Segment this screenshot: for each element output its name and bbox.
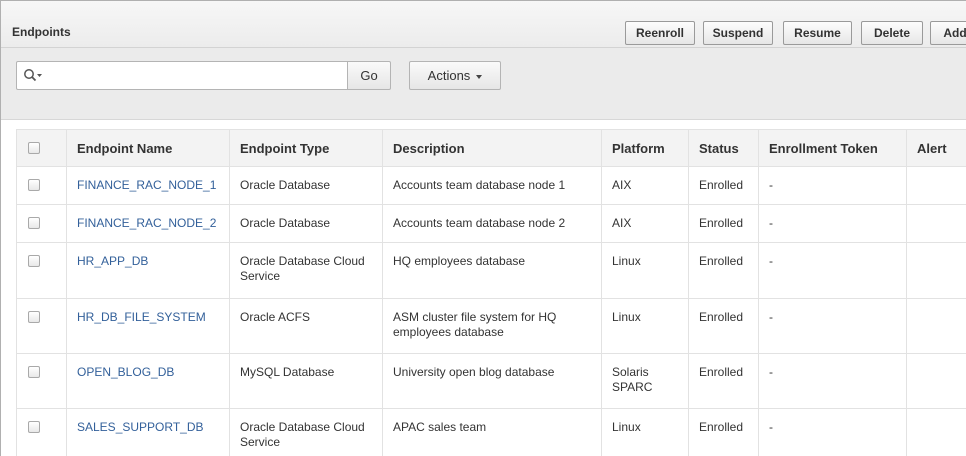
row-select-cell — [16, 298, 67, 354]
enrollment-token-cell: - — [758, 408, 907, 456]
endpoint-type-cell: Oracle Database Cloud Service — [229, 408, 383, 456]
description-cell: APAC sales team — [382, 408, 602, 456]
endpoints-region: Endpoints Reenroll Suspend Resume Delete… — [0, 0, 966, 456]
row-checkbox[interactable] — [28, 255, 40, 267]
status-cell: Enrolled — [688, 166, 759, 205]
column-header-enrollment-token[interactable]: Enrollment Token — [758, 129, 907, 167]
toolbar: Go Actions — [1, 48, 966, 120]
endpoint-type-cell: Oracle Database Cloud Service — [229, 242, 383, 299]
endpoint-name-cell: HR_DB_FILE_SYSTEM — [66, 298, 230, 354]
column-header-endpoint-name[interactable]: Endpoint Name — [66, 129, 230, 167]
enrollment-token-cell: - — [758, 242, 907, 299]
endpoint-type-cell: Oracle ACFS — [229, 298, 383, 354]
endpoint-name-link[interactable]: OPEN_BLOG_DB — [77, 365, 174, 379]
region-header: Endpoints Reenroll Suspend Resume Delete… — [1, 1, 966, 48]
endpoint-name-link[interactable]: FINANCE_RAC_NODE_2 — [77, 216, 216, 230]
alert-cell — [906, 408, 966, 456]
column-header-platform[interactable]: Platform — [601, 129, 689, 167]
description-cell: University open blog database — [382, 353, 602, 409]
endpoint-type-cell: Oracle Database — [229, 166, 383, 205]
table-row: OPEN_BLOG_DB MySQL Database University o… — [16, 353, 966, 409]
suspend-button[interactable]: Suspend — [703, 21, 773, 45]
enrollment-token-cell: - — [758, 353, 907, 409]
reenroll-button[interactable]: Reenroll — [625, 21, 695, 45]
endpoint-name-cell: HR_APP_DB — [66, 242, 230, 299]
endpoints-table: Endpoint Name Endpoint Type Description … — [16, 129, 966, 456]
platform-cell: Solaris SPARC — [601, 353, 689, 409]
alert-cell — [906, 204, 966, 243]
search-input[interactable] — [47, 64, 343, 87]
enrollment-token-cell: - — [758, 166, 907, 205]
select-all-cell — [16, 129, 67, 167]
chevron-down-icon — [476, 74, 483, 79]
endpoint-name-link[interactable]: SALES_SUPPORT_DB — [77, 420, 204, 434]
alert-cell — [906, 242, 966, 299]
description-cell: HQ employees database — [382, 242, 602, 299]
row-select-cell — [16, 353, 67, 409]
table-row: FINANCE_RAC_NODE_1 Oracle Database Accou… — [16, 166, 966, 205]
delete-button[interactable]: Delete — [861, 21, 923, 45]
row-select-cell — [16, 166, 67, 205]
column-header-description[interactable]: Description — [382, 129, 602, 167]
alert-cell — [906, 298, 966, 354]
row-checkbox[interactable] — [28, 311, 40, 323]
row-checkbox[interactable] — [28, 421, 40, 433]
alert-cell — [906, 353, 966, 409]
platform-cell: Linux — [601, 242, 689, 299]
endpoint-type-cell: MySQL Database — [229, 353, 383, 409]
row-checkbox[interactable] — [28, 179, 40, 191]
status-cell: Enrolled — [688, 353, 759, 409]
actions-menu-button[interactable]: Actions — [409, 61, 501, 90]
enrollment-token-cell: - — [758, 298, 907, 354]
endpoint-name-link[interactable]: HR_DB_FILE_SYSTEM — [77, 310, 206, 324]
go-button[interactable]: Go — [348, 61, 391, 90]
search-box — [16, 61, 348, 90]
description-cell: ASM cluster file system for HQ employees… — [382, 298, 602, 354]
row-select-cell — [16, 242, 67, 299]
endpoint-name-link[interactable]: HR_APP_DB — [77, 254, 148, 268]
table-row: SALES_SUPPORT_DB Oracle Database Cloud S… — [16, 408, 966, 456]
status-cell: Enrolled — [688, 408, 759, 456]
select-all-checkbox[interactable] — [28, 142, 40, 154]
search-icon[interactable] — [23, 68, 45, 84]
platform-cell: Linux — [601, 298, 689, 354]
endpoint-name-cell: FINANCE_RAC_NODE_1 — [66, 166, 230, 205]
endpoint-name-cell: OPEN_BLOG_DB — [66, 353, 230, 409]
description-cell: Accounts team database node 2 — [382, 204, 602, 243]
enrollment-token-cell: - — [758, 204, 907, 243]
alert-cell — [906, 166, 966, 205]
table-row: FINANCE_RAC_NODE_2 Oracle Database Accou… — [16, 204, 966, 243]
row-select-cell — [16, 204, 67, 243]
add-button[interactable]: Add — [930, 21, 966, 45]
description-cell: Accounts team database node 1 — [382, 166, 602, 205]
platform-cell: AIX — [601, 204, 689, 243]
status-cell: Enrolled — [688, 204, 759, 243]
row-checkbox[interactable] — [28, 366, 40, 378]
table-row: HR_DB_FILE_SYSTEM Oracle ACFS ASM cluste… — [16, 298, 966, 354]
column-header-endpoint-type[interactable]: Endpoint Type — [229, 129, 383, 167]
resume-button[interactable]: Resume — [783, 21, 852, 45]
status-cell: Enrolled — [688, 298, 759, 354]
column-header-alert[interactable]: Alert — [906, 129, 966, 167]
region-title: Endpoints — [12, 25, 71, 39]
table-header-row: Endpoint Name Endpoint Type Description … — [16, 129, 966, 167]
column-header-status[interactable]: Status — [688, 129, 759, 167]
endpoint-name-cell: SALES_SUPPORT_DB — [66, 408, 230, 456]
endpoint-type-cell: Oracle Database — [229, 204, 383, 243]
platform-cell: AIX — [601, 166, 689, 205]
actions-label: Actions — [427, 68, 471, 83]
row-select-cell — [16, 408, 67, 456]
status-cell: Enrolled — [688, 242, 759, 299]
table-row: HR_APP_DB Oracle Database Cloud Service … — [16, 242, 966, 299]
endpoint-name-link[interactable]: FINANCE_RAC_NODE_1 — [77, 178, 216, 192]
platform-cell: Linux — [601, 408, 689, 456]
row-checkbox[interactable] — [28, 217, 40, 229]
endpoint-name-cell: FINANCE_RAC_NODE_2 — [66, 204, 230, 243]
